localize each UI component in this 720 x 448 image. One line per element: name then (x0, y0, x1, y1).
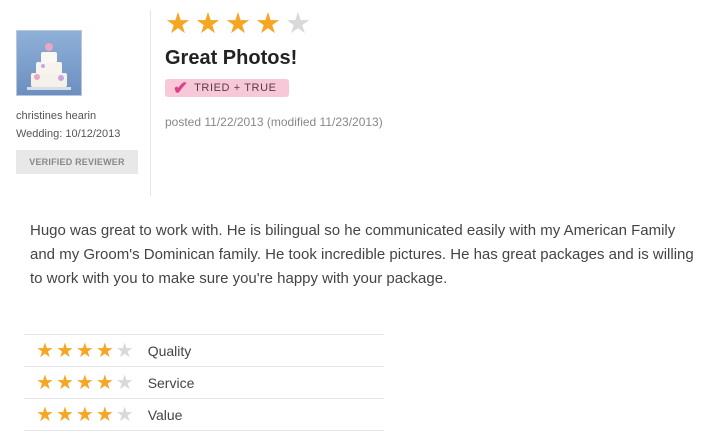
star-icon: ★ (55, 371, 74, 394)
vertical-divider (150, 10, 151, 196)
rating-row-quality: ★ ★ ★ ★ ★ Quality (24, 334, 384, 366)
star-icon: ★ (75, 403, 94, 426)
star-icon: ★ (115, 339, 134, 362)
star-icon: ★ (285, 8, 311, 40)
star-icon: ★ (195, 8, 221, 40)
review-title: Great Photos! (165, 47, 298, 69)
rating-row-service: ★ ★ ★ ★ ★ Service (24, 366, 384, 398)
star-icon: ★ (115, 371, 134, 394)
reviewer-name[interactable]: christines hearin (16, 110, 142, 122)
star-icon: ★ (36, 371, 54, 394)
star-icon: ★ (75, 371, 94, 394)
review-body: Hugo was great to work with. He is bilin… (30, 222, 694, 287)
star-icon: ★ (255, 8, 281, 40)
rating-stars: ★ ★ ★ ★ ★ (36, 405, 134, 425)
review-header: ★ ★ ★ ★ ★ Great Photos! ✔ TRIED + TRUE poste… (165, 10, 383, 129)
rating-label: Value (147, 406, 183, 423)
wedding-cake-icon (27, 43, 71, 90)
star-icon: ★ (55, 403, 74, 426)
posted-date: posted 11/22/2013 (modified 11/23/2013) (165, 115, 383, 129)
overall-rating-stars: ★ ★ ★ ★ ★ (165, 10, 383, 39)
rating-stars: ★ ★ ★ ★ ★ (36, 373, 134, 393)
rating-label: Quality (147, 342, 192, 359)
rating-label: Service (147, 374, 195, 391)
star-icon: ★ (36, 403, 54, 426)
check-icon: ✔ (173, 78, 189, 98)
star-icon: ★ (75, 339, 94, 362)
star-icon: ★ (225, 8, 251, 40)
star-icon: ★ (36, 339, 54, 362)
star-icon: ★ (95, 371, 114, 394)
star-icon: ★ (55, 339, 74, 362)
star-icon: ★ (95, 339, 114, 362)
star-icon: ★ (165, 8, 191, 40)
wedding-date: Wedding: 10/12/2013 (16, 128, 121, 140)
star-icon: ★ (115, 403, 134, 426)
reviewer-panel: christines hearin Wedding: 10/12/2013 VE… (16, 30, 142, 174)
rating-breakdown: ★ ★ ★ ★ ★ Quality ★ ★ ★ ★ ★ Service ★ ★ ★ ★ ★ Value (24, 334, 384, 431)
rating-stars: ★ ★ ★ ★ ★ (36, 341, 134, 361)
badge-label: TRIED + TRUE (194, 82, 277, 94)
star-icon: ★ (95, 403, 114, 426)
avatar[interactable] (16, 30, 82, 96)
verified-reviewer-badge: VERIFIED REVIEWER (16, 150, 138, 174)
rating-row-value: ★ ★ ★ ★ ★ Value (24, 398, 384, 431)
tried-true-badge: ✔ TRIED + TRUE (165, 79, 289, 97)
